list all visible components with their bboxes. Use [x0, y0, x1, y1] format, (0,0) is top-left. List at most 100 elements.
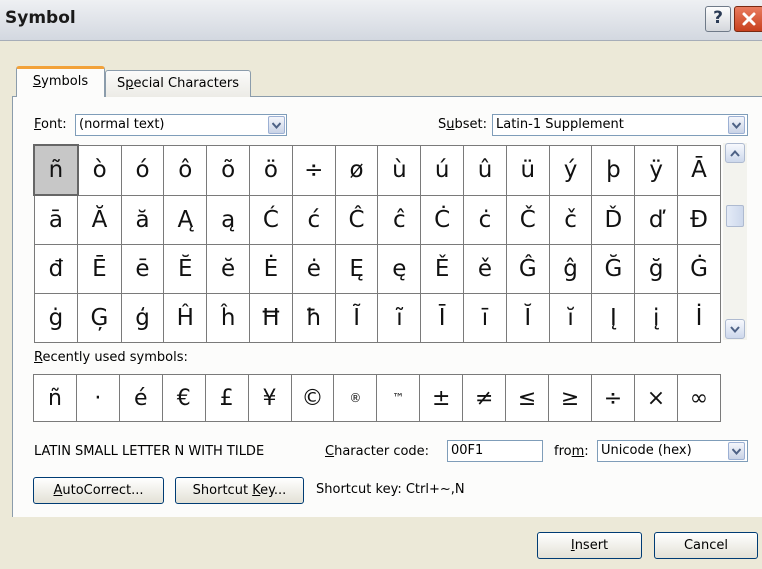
scroll-down-button[interactable]	[725, 319, 745, 339]
recent-symbol-cell[interactable]: ±	[419, 374, 464, 422]
symbol-cell[interactable]: ħ	[291, 293, 336, 343]
symbol-cell[interactable]: Č	[505, 194, 550, 245]
symbol-cell[interactable]: İ	[677, 293, 721, 343]
symbol-cell[interactable]: û	[463, 144, 507, 196]
symbol-cell[interactable]: ć	[291, 194, 336, 245]
symbol-cell[interactable]: ē	[120, 244, 165, 294]
recent-symbol-cell[interactable]: ∞	[676, 374, 722, 422]
recent-symbol-cell[interactable]: ¥	[247, 374, 292, 422]
recent-symbol-cell[interactable]: ×	[633, 374, 678, 422]
tab-symbols[interactable]: Symbols	[16, 66, 105, 97]
symbol-cell[interactable]: ý	[548, 144, 593, 196]
recent-symbol-cell[interactable]: ≥	[548, 374, 593, 422]
recent-symbol-cell[interactable]: ©	[290, 374, 335, 422]
scroll-up-button[interactable]	[725, 143, 745, 163]
symbol-cell[interactable]: ĝ	[548, 244, 593, 294]
symbol-cell[interactable]: đ	[33, 244, 79, 294]
symbol-cell[interactable]: ę	[377, 244, 422, 294]
symbol-cell[interactable]: Ă	[77, 194, 122, 245]
symbol-cell[interactable]: ô	[163, 144, 208, 196]
symbol-cell[interactable]: Đ	[677, 194, 721, 245]
symbol-cell[interactable]: Ē	[77, 244, 122, 294]
symbol-cell[interactable]: ě	[463, 244, 507, 294]
symbol-cell[interactable]: ĉ	[377, 194, 422, 245]
shortcut-key-button[interactable]: Shortcut Key...	[175, 477, 304, 504]
symbol-cell[interactable]: Ĕ	[163, 244, 208, 294]
symbol-cell[interactable]: Ć	[249, 194, 293, 245]
symbol-cell[interactable]: Ę	[334, 244, 379, 294]
symbol-cell[interactable]: Ĝ	[505, 244, 550, 294]
scroll-thumb[interactable]	[726, 205, 744, 227]
recent-symbol-cell[interactable]: £	[204, 374, 249, 422]
title-bar[interactable]: Symbol ?	[0, 0, 762, 41]
recent-symbol-cell[interactable]: €	[161, 374, 206, 422]
symbol-cell[interactable]: Ħ	[249, 293, 293, 343]
recent-symbol-cell[interactable]: ™	[376, 374, 421, 422]
font-select[interactable]: (normal text)	[75, 114, 287, 136]
font-dropdown-button[interactable]	[268, 116, 285, 134]
symbol-cell[interactable]: ø	[334, 144, 379, 196]
symbol-cell[interactable]: ċ	[463, 194, 507, 245]
symbol-cell[interactable]: Ā	[677, 144, 721, 196]
character-code-input[interactable]: 00F1	[447, 440, 543, 462]
symbol-cell[interactable]: ģ	[120, 293, 165, 343]
recent-symbol-cell[interactable]: ñ	[33, 374, 77, 422]
symbol-cell[interactable]: Ċ	[420, 194, 465, 245]
recent-symbol-cell[interactable]: ≠	[462, 374, 507, 422]
symbol-cell[interactable]: ğ	[634, 244, 679, 294]
symbol-cell[interactable]: Ė	[249, 244, 293, 294]
symbol-cell[interactable]: ą	[206, 194, 251, 245]
recent-symbol-cell[interactable]: ®	[333, 374, 378, 422]
recent-symbol-cell[interactable]: ÷	[591, 374, 635, 422]
symbol-cell[interactable]: ď	[634, 194, 679, 245]
symbol-scrollbar[interactable]	[723, 143, 747, 340]
symbol-cell[interactable]: ĥ	[206, 293, 251, 343]
symbol-cell[interactable]: ĕ	[206, 244, 251, 294]
symbol-cell[interactable]: ÿ	[634, 144, 679, 196]
symbol-cell[interactable]: Ą	[163, 194, 208, 245]
symbol-cell[interactable]: č	[548, 194, 593, 245]
symbol-cell[interactable]: ė	[291, 244, 336, 294]
symbol-cell[interactable]: Ĉ	[334, 194, 379, 245]
help-button[interactable]: ?	[705, 6, 731, 32]
symbol-cell[interactable]: Ď	[591, 194, 636, 245]
symbol-cell[interactable]: Ĩ	[334, 293, 379, 343]
symbol-cell[interactable]: þ	[591, 144, 636, 196]
symbol-cell[interactable]: ù	[377, 144, 422, 196]
autocorrect-button[interactable]: AutoCorrect...	[33, 477, 164, 504]
symbol-cell[interactable]: Ġ	[677, 244, 721, 294]
symbol-cell[interactable]: į	[634, 293, 679, 343]
symbol-cell[interactable]: Į	[591, 293, 636, 343]
symbol-cell[interactable]: ĭ	[548, 293, 593, 343]
symbol-cell[interactable]: ò	[77, 144, 122, 196]
symbol-cell[interactable]: ü	[505, 144, 550, 196]
cancel-button[interactable]: Cancel	[654, 532, 758, 559]
symbol-cell[interactable]: Ī	[420, 293, 465, 343]
symbol-cell[interactable]: ī	[463, 293, 507, 343]
symbol-cell[interactable]: ó	[120, 144, 165, 196]
symbol-cell[interactable]: Ģ	[77, 293, 122, 343]
symbol-cell[interactable]: ĩ	[377, 293, 422, 343]
symbol-cell[interactable]: ú	[420, 144, 465, 196]
symbol-cell[interactable]: ÷	[291, 144, 336, 196]
symbol-cell[interactable]: ö	[249, 144, 293, 196]
subset-select[interactable]: Latin-1 Supplement	[492, 114, 748, 136]
tab-special-characters[interactable]: Special Characters	[105, 70, 251, 97]
symbol-cell[interactable]: Ě	[420, 244, 465, 294]
recent-symbol-cell[interactable]: é	[118, 374, 163, 422]
subset-dropdown-button[interactable]	[728, 116, 745, 134]
symbol-cell[interactable]: ñ	[33, 144, 79, 196]
symbol-cell[interactable]: ā	[33, 194, 79, 245]
symbol-cell[interactable]: ă	[120, 194, 165, 245]
recent-symbol-cell[interactable]: ·	[75, 374, 120, 422]
symbol-cell[interactable]: Ĭ	[505, 293, 550, 343]
insert-button[interactable]: Insert	[537, 532, 642, 559]
symbol-cell[interactable]: Ĥ	[163, 293, 208, 343]
recent-symbol-cell[interactable]: ≤	[505, 374, 550, 422]
symbol-cell[interactable]: õ	[206, 144, 251, 196]
from-select[interactable]: Unicode (hex)	[597, 440, 748, 462]
symbol-cell[interactable]: ġ	[33, 293, 79, 343]
symbol-cell[interactable]: Ğ	[591, 244, 636, 294]
close-button[interactable]	[734, 6, 762, 32]
from-dropdown-button[interactable]	[728, 442, 745, 460]
